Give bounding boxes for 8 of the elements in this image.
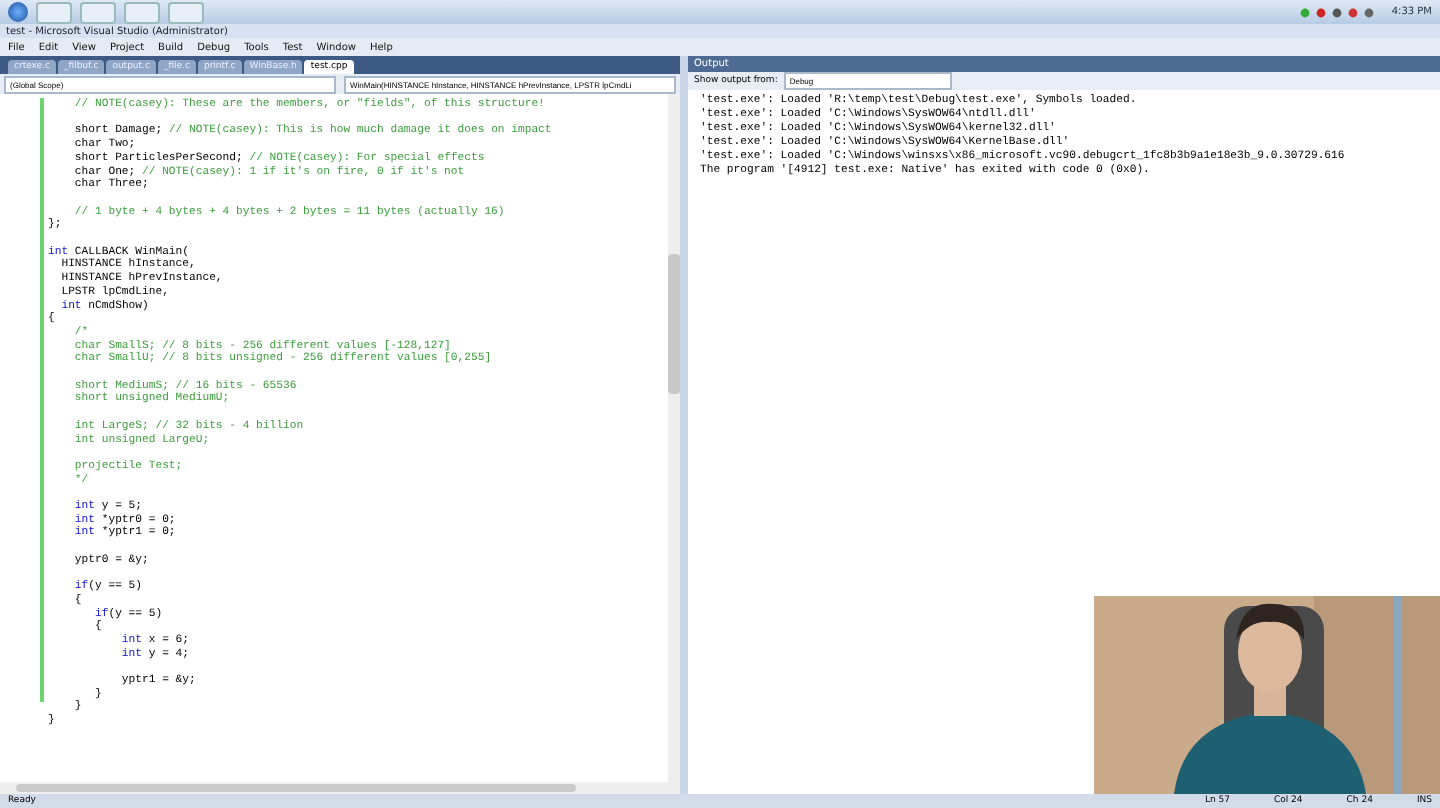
code-editor[interactable] xyxy=(0,94,680,782)
app-icon[interactable] xyxy=(36,1,72,23)
scrollbar[interactable] xyxy=(668,94,680,782)
app-icon[interactable] xyxy=(124,1,160,23)
scrollbar[interactable] xyxy=(0,782,680,794)
app-icon[interactable] xyxy=(168,1,204,23)
app-icon[interactable] xyxy=(80,1,116,23)
start-icon[interactable] xyxy=(8,2,28,22)
